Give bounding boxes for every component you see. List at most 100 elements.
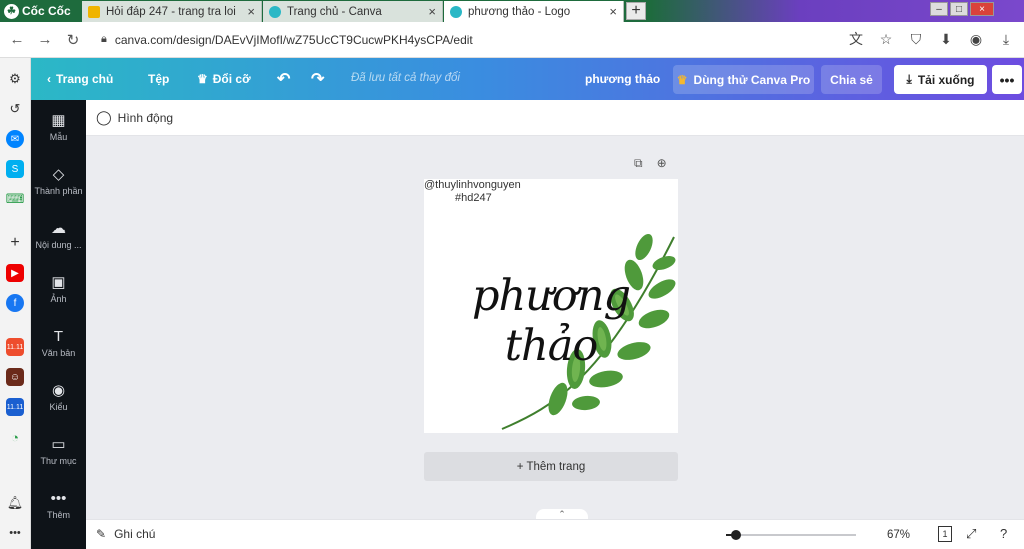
side-tool-label: Văn bản: [41, 347, 76, 358]
tab-title: Trang chủ - Canva: [287, 5, 382, 18]
window-close-icon[interactable]: ×: [970, 2, 994, 16]
home-label: Trang chủ: [56, 72, 114, 86]
shopee-icon[interactable]: 11.11: [6, 338, 24, 356]
duplicate-page-icon[interactable]: ⧉: [634, 156, 643, 171]
side-tool-label: Thành phần: [34, 185, 83, 196]
try-pro-label: Dùng thử Canva Pro: [693, 72, 811, 87]
shield-icon[interactable]: ⛉: [904, 26, 928, 52]
side-tool-label: Ảnh: [50, 293, 67, 304]
tab-canva-home[interactable]: Trang chủ - Canva ×: [263, 1, 443, 22]
tab-title: phương thảo - Logo: [468, 5, 571, 18]
help-icon[interactable]: ?: [1000, 526, 1007, 541]
side-tool-folders[interactable]: ▭ Thư mục: [31, 424, 86, 478]
resize-button[interactable]: ♛ Đổi cỡ: [197, 58, 251, 100]
reload-icon[interactable]: ↻: [59, 26, 87, 54]
profile-icon[interactable]: ◉: [964, 26, 988, 52]
animate-icon: ◯: [96, 109, 112, 125]
handle-text[interactable]: @thuylinhvonguyen: [424, 179, 521, 191]
bookmark-star-icon[interactable]: ☆: [874, 26, 898, 52]
download-button[interactable]: ⤓ Tải xuống: [894, 65, 987, 94]
notes-button[interactable]: ✎ Ghi chú: [96, 527, 155, 541]
editor-bottombar: ✎ Ghi chú 67% 1 ⤢ ?: [86, 519, 1024, 549]
download-manager-icon[interactable]: ⬇: [934, 26, 958, 52]
redo-icon[interactable]: ↷: [311, 58, 324, 100]
window-controls: – □ ×: [930, 2, 994, 16]
share-button[interactable]: Chia sẻ: [821, 65, 882, 94]
animate-label: Hình động: [117, 110, 174, 125]
lock-icon[interactable]: 🔒︎: [101, 33, 107, 46]
save-status: Đã lưu tất cả thay đổi: [351, 72, 460, 84]
zoom-value[interactable]: 67%: [887, 529, 910, 541]
notification-bell-icon[interactable]: 🔔︎: [6, 494, 24, 512]
try-pro-button[interactable]: ♛ Dùng thử Canva Pro: [673, 65, 814, 94]
tab-canva-design[interactable]: phương thảo - Logo ×: [444, 1, 624, 22]
tiki-icon[interactable]: 11.11: [6, 398, 24, 416]
more-dots-icon: •••: [50, 489, 67, 507]
hashtag-text[interactable]: #hd247: [455, 192, 492, 204]
side-tool-more[interactable]: ••• Thêm: [31, 478, 86, 532]
side-tool-templates[interactable]: ▦ Mẫu: [31, 100, 86, 154]
game-controller-icon[interactable]: ⌨: [6, 190, 25, 208]
download-label: Tải xuống: [917, 72, 975, 87]
back-icon[interactable]: ←: [3, 26, 31, 54]
folder-icon: ▭: [51, 435, 66, 453]
upload-cloud-icon: ☁: [51, 219, 66, 237]
animate-button[interactable]: ◯ Hình động: [96, 109, 173, 126]
side-tool-label: Nội dung ...: [35, 239, 82, 250]
elements-icon: ◇: [52, 165, 65, 183]
design-title[interactable]: phương thảo: [585, 58, 660, 100]
collapse-pages-icon[interactable]: ⌃: [536, 509, 588, 519]
design-page[interactable]: @thuylinhvonguyen #hd247 phương thảo: [424, 179, 678, 433]
downloads-icon[interactable]: ⤓: [994, 26, 1018, 52]
side-tool-uploads[interactable]: ☁ Nội dung ...: [31, 208, 86, 262]
tab-hoidap[interactable]: Hỏi đáp 247 - trang tra loi ×: [82, 1, 262, 22]
add-page-button[interactable]: + Thêm trang: [424, 452, 678, 481]
side-tool-label: Thêm: [46, 509, 70, 520]
tab-close-icon[interactable]: ×: [609, 4, 617, 19]
new-tab-button[interactable]: +: [626, 2, 646, 20]
page-count-button[interactable]: 1: [938, 526, 952, 542]
script-title-text[interactable]: phương thảo: [424, 271, 678, 371]
crown-icon: ♛: [676, 72, 688, 87]
messenger-icon[interactable]: ✉: [6, 130, 24, 148]
side-tool-photos[interactable]: ▣ Ảnh: [31, 262, 86, 316]
file-menu-button[interactable]: Tệp: [148, 58, 169, 100]
home-button[interactable]: ‹ Trang chủ: [47, 58, 113, 100]
maximize-icon[interactable]: □: [950, 2, 968, 16]
chat-bubble-icon[interactable]: ◔: [6, 428, 24, 446]
side-tool-styles[interactable]: ◉ Kiểu: [31, 370, 86, 424]
photo-icon: ▣: [51, 273, 66, 291]
minimize-icon[interactable]: –: [930, 2, 948, 16]
templates-icon: ▦: [51, 111, 66, 129]
url-field[interactable]: canva.com/design/DAEvVjIMofI/wZ75UcCT9Cu…: [115, 33, 473, 47]
more-dots-icon[interactable]: •••: [6, 524, 24, 542]
add-app-icon[interactable]: +: [6, 234, 24, 252]
page-controls: ⧉ ⊕: [634, 156, 667, 171]
tab-close-icon[interactable]: ×: [247, 4, 255, 19]
translate-icon[interactable]: 文: [844, 26, 868, 52]
resize-label: Đổi cỡ: [212, 72, 251, 86]
facebook-icon[interactable]: f: [6, 294, 24, 312]
zoom-slider-handle[interactable]: [731, 530, 742, 540]
youtube-icon[interactable]: ▶: [6, 264, 24, 282]
side-tool-elements[interactable]: ◇ Thành phần: [31, 154, 86, 208]
browser-brand[interactable]: ☘ Cốc Cốc: [0, 0, 80, 22]
tab-title: Hỏi đáp 247 - trang tra loi: [106, 5, 236, 18]
skype-icon[interactable]: S: [6, 160, 24, 178]
game-avatar-icon[interactable]: ☺: [6, 368, 24, 386]
side-tool-label: Mẫu: [49, 131, 68, 142]
canvas-area: ⧉ ⊕ @thuylinhvonguyen #hd247 phương thảo…: [86, 136, 1024, 519]
fullscreen-icon[interactable]: ⤢: [966, 526, 976, 542]
history-icon[interactable]: ↺: [6, 100, 24, 118]
add-page-icon[interactable]: ⊕: [657, 156, 667, 171]
palette-icon: ◉: [51, 381, 66, 399]
undo-icon[interactable]: ↶: [277, 58, 290, 100]
more-options-button[interactable]: •••: [992, 65, 1022, 94]
zoom-slider[interactable]: [726, 530, 856, 540]
side-tool-text[interactable]: T Văn bản: [31, 316, 86, 370]
tab-close-icon[interactable]: ×: [428, 4, 436, 19]
coccoc-logo-icon: ☘: [4, 3, 19, 19]
settings-gear-icon[interactable]: ⚙: [6, 70, 24, 88]
address-bar-actions: 文 ☆ ⛉ ⬇ ◉ ⤓: [844, 26, 1018, 52]
forward-icon[interactable]: →: [31, 26, 59, 54]
